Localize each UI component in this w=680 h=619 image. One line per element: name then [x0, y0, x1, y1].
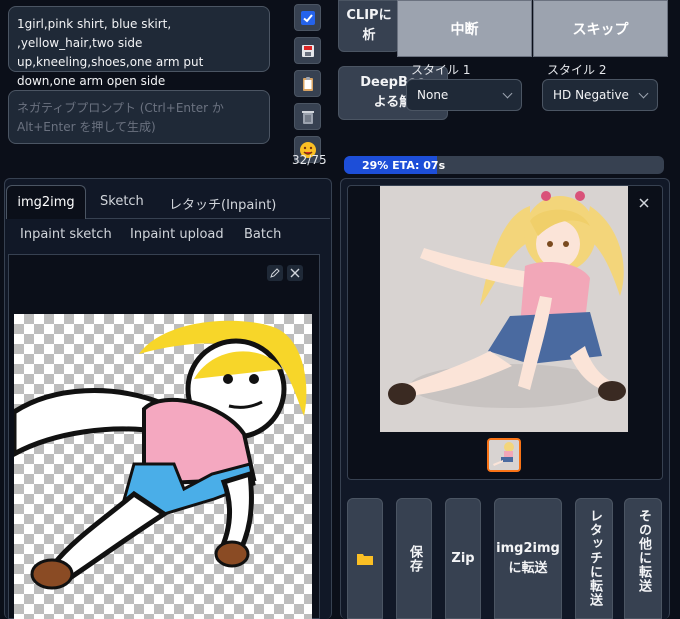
positive-prompt-text: 1girl,pink shirt, blue skirt, ,yellow_ha… — [17, 17, 204, 88]
style2-select[interactable]: HD Negative — [542, 79, 658, 111]
progress-fill: 29% ETA: 07s — [344, 156, 445, 174]
positive-prompt-input[interactable]: 1girl,pink shirt, blue skirt, ,yellow_ha… — [8, 6, 270, 88]
stick-figure-drawing — [14, 320, 307, 590]
save-image-button[interactable]: 保存 — [396, 498, 432, 619]
open-folder-button[interactable] — [347, 498, 383, 619]
save-icon[interactable] — [294, 37, 321, 64]
negative-prompt-input[interactable]: ネガティブプロンプト (Ctrl+Enter か Alt+Enter を押して生… — [8, 90, 270, 144]
tab-batch[interactable]: Batch — [244, 227, 281, 242]
progress-text: 29% ETA: 07s — [362, 158, 446, 172]
folder-icon — [357, 553, 373, 565]
tab-inpaint[interactable]: レタッチ(Inpaint) — [169, 194, 276, 213]
skip-label: スキップ — [572, 21, 629, 38]
negative-prompt-placeholder: ネガティブプロンプト (Ctrl+Enter か Alt+Enter を押して生… — [17, 101, 224, 134]
close-icon[interactable] — [287, 265, 303, 281]
progress-bar: 29% ETA: 07s — [344, 156, 664, 174]
generated-image[interactable] — [380, 186, 628, 432]
tab-inpaint-upload[interactable]: Inpaint upload — [130, 227, 224, 242]
interrupt-button[interactable]: 中断 — [397, 0, 532, 57]
chevron-down-icon — [638, 88, 649, 98]
checkbox-icon[interactable] — [294, 4, 321, 31]
style1-select[interactable]: None — [406, 79, 522, 111]
zip-button[interactable]: Zip — [445, 498, 481, 619]
input-image-box — [8, 254, 320, 619]
chevron-down-icon — [502, 88, 513, 98]
save-image-label: 保存 — [407, 544, 422, 573]
token-counter: 32/75 — [292, 153, 327, 167]
interrogate-clip-label: CLIPに 析 — [346, 8, 392, 43]
send-to-other-button[interactable]: その他に転送 — [624, 498, 662, 619]
edit-icon[interactable] — [267, 265, 283, 281]
interrupt-label: 中断 — [450, 21, 479, 38]
zip-label: Zip — [451, 550, 475, 566]
send-to-img2img-label: img2img に転送 — [496, 540, 560, 576]
gallery-thumbnail[interactable] — [487, 438, 521, 472]
sketch-canvas[interactable] — [14, 314, 312, 619]
trash-icon[interactable] — [294, 103, 321, 130]
send-to-img2img-button[interactable]: img2img に転送 — [494, 498, 562, 619]
skip-button[interactable]: スキップ — [533, 0, 668, 57]
clipboard-icon[interactable] — [294, 70, 321, 97]
interrogate-clip-button[interactable]: CLIPに 析 — [338, 0, 400, 52]
send-to-other-label: その他に転送 — [636, 509, 651, 593]
gallery-close-icon[interactable] — [638, 194, 652, 208]
prompt-tools — [294, 4, 322, 163]
tab-img2img[interactable]: img2img — [6, 185, 86, 219]
thumbnail-image — [489, 440, 519, 470]
anime-girl-image — [380, 186, 628, 432]
style2-label: スタイル 2 — [547, 63, 607, 77]
tab-inpaint-sketch[interactable]: Inpaint sketch — [20, 227, 112, 242]
tab-sketch[interactable]: Sketch — [100, 194, 144, 209]
style1-label: スタイル 1 — [411, 63, 471, 77]
tab-divider — [86, 218, 330, 219]
send-to-inpaint-button[interactable]: レタッチに転送 — [575, 498, 613, 619]
style1-value: None — [417, 88, 449, 102]
send-to-inpaint-label: レタッチに転送 — [587, 509, 602, 607]
style2-value: HD Negative — [553, 88, 629, 102]
